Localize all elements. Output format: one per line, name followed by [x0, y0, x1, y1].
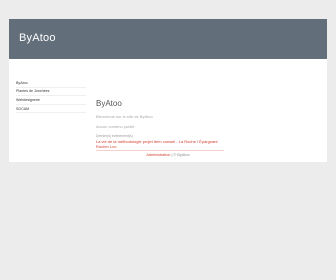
no-content-text: Aucun contenu publié. [96, 124, 136, 129]
sidebar-item-webdesignerie[interactable]: Webdesignerie [16, 96, 86, 105]
sidebar-item-plantes[interactable]: Plantes de Jonchées [16, 88, 86, 97]
sidebar-nav: ByAtoo Plantes de Jonchées Webdesignerie… [16, 79, 86, 114]
latest-event-link[interactable]: La vie de la méthodologie projet Item co… [96, 139, 224, 151]
page-container: ByAtoo ByAtoo Plantes de Jonchées Webdes… [9, 19, 327, 162]
site-title-link[interactable]: ByAtoo [19, 32, 56, 44]
admin-link[interactable]: Administration [146, 153, 170, 157]
site-header: ByAtoo [9, 19, 327, 59]
welcome-text: Bienvenue sur le site de ByAtoo [96, 114, 153, 119]
footer-copyright: | © ByAtoo [171, 153, 190, 157]
latest-events-label: Dernier(s) évènement(s) [96, 134, 133, 138]
page-title: ByAtoo [96, 99, 122, 108]
footer: Administration | © ByAtoo [0, 153, 336, 157]
sidebar-item-byatoo[interactable]: ByAtoo [16, 79, 86, 88]
sidebar-item-socam[interactable]: SOCAM [16, 105, 86, 114]
main-content: ByAtoo Bienvenue sur le site de ByAtoo A… [96, 99, 316, 151]
